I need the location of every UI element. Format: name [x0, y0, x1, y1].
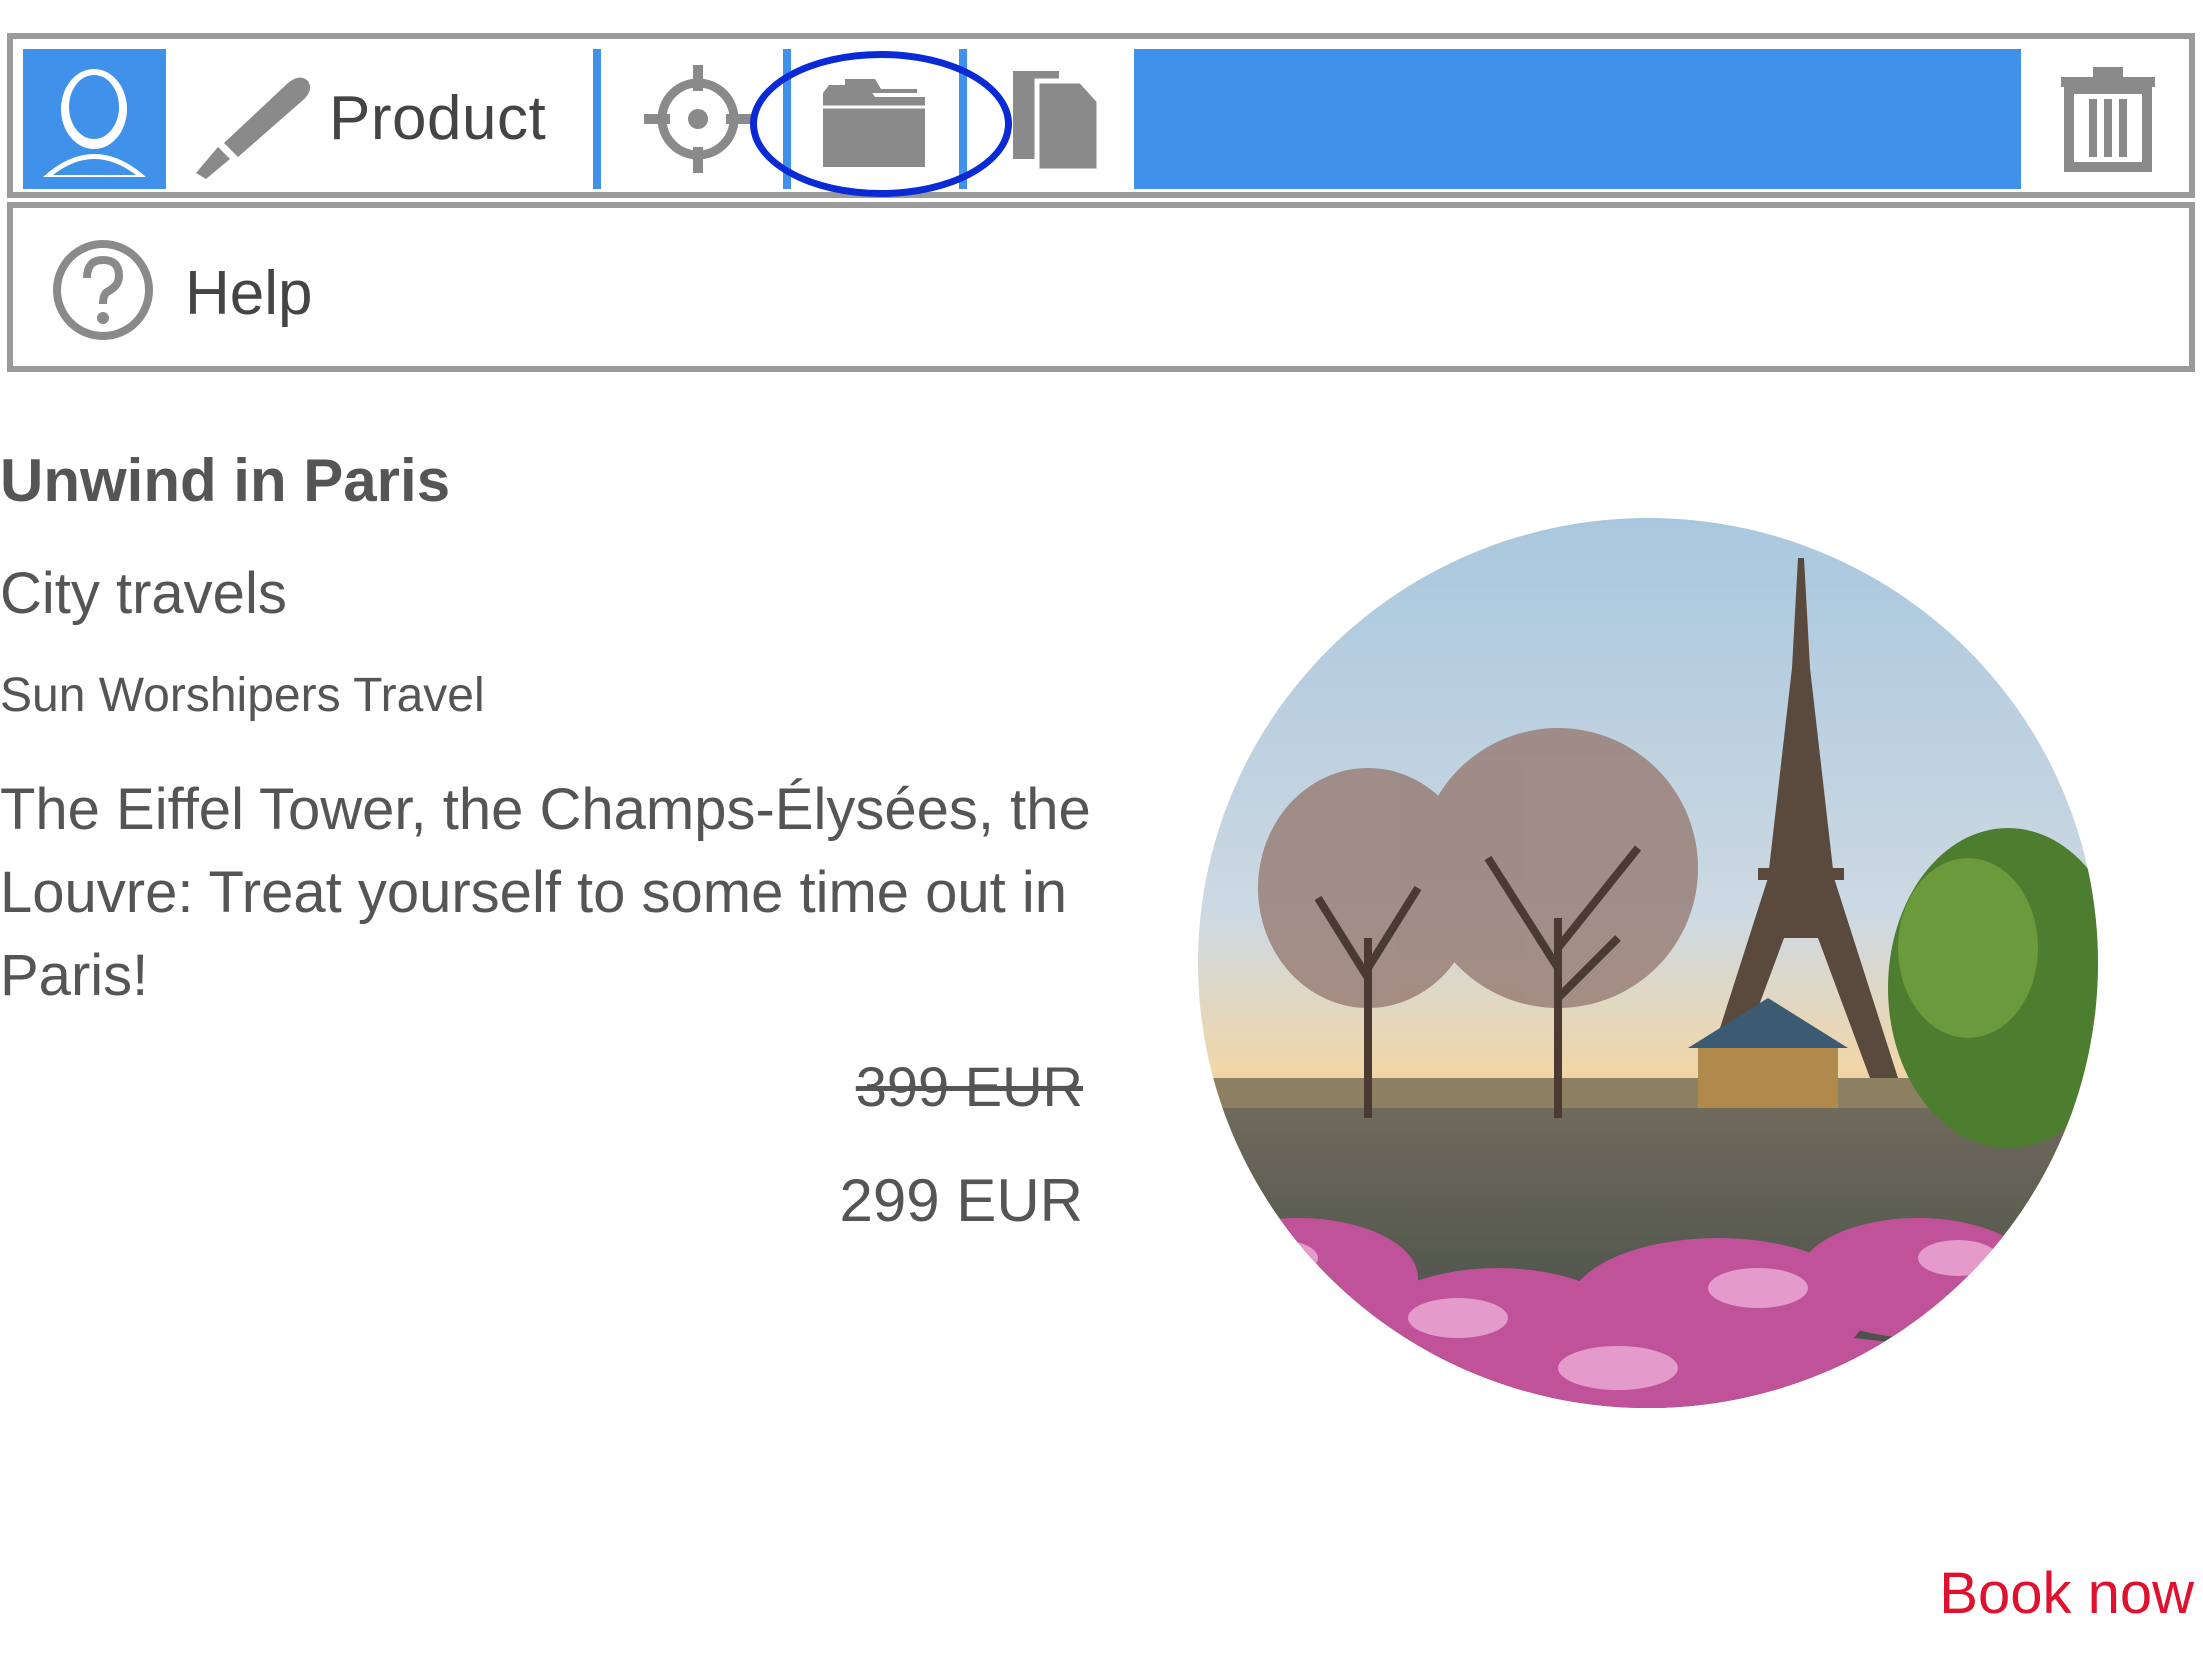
- book-now-link[interactable]: Book now: [1939, 1560, 2194, 1627]
- product-description: The Eiffel Tower, the Champs-Élysées, th…: [0, 777, 1091, 1008]
- user-button[interactable]: [23, 49, 166, 189]
- product-title: Unwind in Paris: [0, 447, 451, 514]
- product-label[interactable]: Product: [329, 83, 546, 154]
- copy-icon[interactable]: [1003, 49, 1118, 189]
- trash-icon[interactable]: [2053, 49, 2163, 189]
- toolbar-separator: [593, 49, 601, 189]
- paris-eiffel-tower-photo: [1198, 518, 2098, 1408]
- new-price: 299 EUR: [839, 1167, 1083, 1234]
- old-price: 399 EUR: [855, 1055, 1083, 1118]
- toolbar-separator: [783, 49, 791, 189]
- target-icon[interactable]: [638, 49, 758, 189]
- help-row[interactable]: Help: [7, 202, 2195, 372]
- company-name: Sun Worshipers Travel: [0, 669, 485, 722]
- selected-toolbar-area[interactable]: [1134, 49, 2021, 189]
- help-label[interactable]: Help: [185, 258, 313, 329]
- toolbar: Product: [7, 33, 2195, 198]
- product-category: City travels: [0, 561, 287, 626]
- question-circle-icon: [53, 240, 153, 340]
- folder-icon[interactable]: [805, 49, 950, 189]
- user-icon: [43, 69, 146, 177]
- brush-icon[interactable]: [188, 49, 318, 189]
- toolbar-separator: [959, 49, 967, 189]
